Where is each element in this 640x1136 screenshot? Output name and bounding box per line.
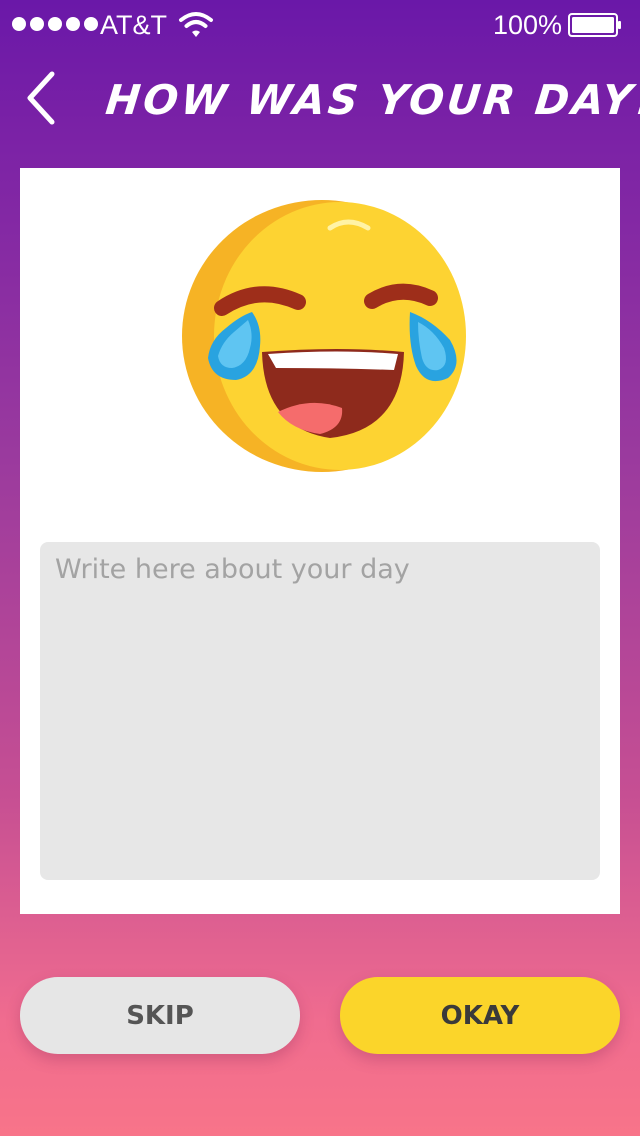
laughing-with-tears-emoji-icon[interactable]: [180, 198, 470, 480]
battery-icon: [568, 13, 621, 37]
mood-card: [20, 168, 620, 914]
skip-button[interactable]: SKIP: [20, 977, 300, 1054]
battery-percentage: 100%: [492, 10, 562, 40]
carrier-name: AT&T: [100, 10, 167, 40]
back-chevron-icon[interactable]: [22, 70, 62, 126]
wifi-icon: [179, 12, 213, 37]
status-bar: AT&T 100%: [0, 0, 640, 50]
day-note-input[interactable]: [40, 542, 600, 880]
page-title: HOW WAS YOUR DAY?: [103, 76, 640, 124]
signal-strength-icon: [12, 17, 98, 31]
okay-button[interactable]: OKAY: [340, 977, 620, 1054]
